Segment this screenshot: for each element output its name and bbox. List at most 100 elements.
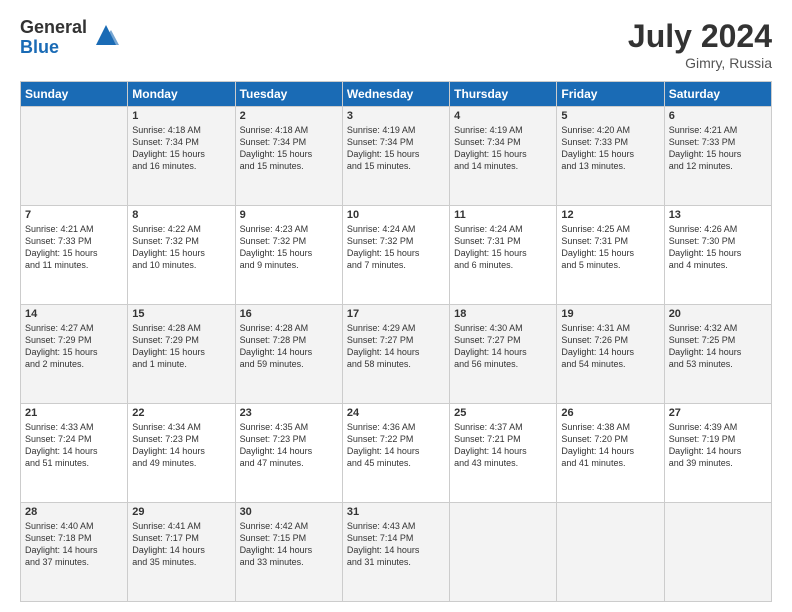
day-number: 17 [347,308,445,320]
table-row: 16 Sunrise: 4:28 AM Sunset: 7:28 PM Dayli… [235,305,342,404]
col-wednesday: Wednesday [342,82,449,107]
day-content: Sunrise: 4:24 AM Sunset: 7:32 PM Dayligh… [347,223,445,272]
table-row: 24Sunrise: 4:36 AM Sunset: 7:22 PM Dayli… [342,404,449,503]
day-number: 30 [240,506,338,518]
day-content: Sunrise: 4:41 AM Sunset: 7:17 PM Dayligh… [132,520,230,569]
day-number: 12 [561,209,659,221]
calendar-week-row: 28Sunrise: 4:40 AM Sunset: 7:18 PM Dayli… [21,503,772,602]
table-row: 18 Sunrise: 4:30 AM Sunset: 7:27 PM Dayli… [450,305,557,404]
logo-blue: Blue [20,38,87,58]
day-number: 1 [132,110,230,122]
day-number: 8 [132,209,230,221]
table-row: 27 Sunrise: 4:39 AM Sunset: 7:19 PM Dayli… [664,404,771,503]
day-number: 7 [25,209,123,221]
table-row: 6 Sunrise: 4:21 AM Sunset: 7:33 PM Daylig… [664,107,771,206]
table-row [21,107,128,206]
calendar-week-row: 21 Sunrise: 4:33 AM Sunset: 7:24 PM Dayli… [21,404,772,503]
table-row: 15 Sunrise: 4:28 AM Sunset: 7:29 PM Dayli… [128,305,235,404]
day-number: 15 [132,308,230,320]
table-row: 10 Sunrise: 4:24 AM Sunset: 7:32 PM Dayli… [342,206,449,305]
day-number: 5 [561,110,659,122]
table-row: 22Sunrise: 4:34 AM Sunset: 7:23 PM Dayli… [128,404,235,503]
day-content: Sunrise: 4:21 AM Sunset: 7:33 PM Dayligh… [669,124,767,173]
day-content: Sunrise: 4:27 AM Sunset: 7:29 PM Dayligh… [25,322,123,371]
table-row [450,503,557,602]
logo-text: General Blue [20,18,87,58]
day-content: Sunrise: 4:42 AM Sunset: 7:15 PM Dayligh… [240,520,338,569]
day-number: 27 [669,407,767,419]
day-content: Sunrise: 4:39 AM Sunset: 7:19 PM Dayligh… [669,421,767,470]
day-content: Sunrise: 4:30 AM Sunset: 7:27 PM Dayligh… [454,322,552,371]
table-row: 20 Sunrise: 4:32 AM Sunset: 7:25 PM Dayli… [664,305,771,404]
table-row: 12Sunrise: 4:25 AM Sunset: 7:31 PM Dayli… [557,206,664,305]
day-content: Sunrise: 4:31 AM Sunset: 7:26 PM Dayligh… [561,322,659,371]
table-row: 1Sunrise: 4:18 AM Sunset: 7:34 PM Daylig… [128,107,235,206]
day-number: 3 [347,110,445,122]
table-row: 8Sunrise: 4:22 AM Sunset: 7:32 PM Daylig… [128,206,235,305]
day-number: 20 [669,308,767,320]
calendar-table: Sunday Monday Tuesday Wednesday Thursday… [20,81,772,602]
day-content: Sunrise: 4:32 AM Sunset: 7:25 PM Dayligh… [669,322,767,371]
title-block: July 2024 Gimry, Russia [628,18,772,71]
table-row: 28Sunrise: 4:40 AM Sunset: 7:18 PM Dayli… [21,503,128,602]
day-number: 16 [240,308,338,320]
day-number: 10 [347,209,445,221]
calendar-week-row: 14 Sunrise: 4:27 AM Sunset: 7:29 PM Dayli… [21,305,772,404]
logo-icon [91,20,121,50]
table-row: 25Sunrise: 4:37 AM Sunset: 7:21 PM Dayli… [450,404,557,503]
day-number: 24 [347,407,445,419]
col-monday: Monday [128,82,235,107]
logo-general: General [20,18,87,38]
day-number: 31 [347,506,445,518]
calendar-week-row: 7 Sunrise: 4:21 AM Sunset: 7:33 PM Daylig… [21,206,772,305]
day-number: 19 [561,308,659,320]
table-row: 7 Sunrise: 4:21 AM Sunset: 7:33 PM Daylig… [21,206,128,305]
day-content: Sunrise: 4:19 AM Sunset: 7:34 PM Dayligh… [454,124,552,173]
table-row: 3 Sunrise: 4:19 AM Sunset: 7:34 PM Daylig… [342,107,449,206]
table-row [557,503,664,602]
col-tuesday: Tuesday [235,82,342,107]
day-content: Sunrise: 4:33 AM Sunset: 7:24 PM Dayligh… [25,421,123,470]
day-number: 23 [240,407,338,419]
day-number: 29 [132,506,230,518]
day-content: Sunrise: 4:26 AM Sunset: 7:30 PM Dayligh… [669,223,767,272]
table-row: 23Sunrise: 4:35 AM Sunset: 7:23 PM Dayli… [235,404,342,503]
day-number: 6 [669,110,767,122]
day-number: 25 [454,407,552,419]
day-content: Sunrise: 4:21 AM Sunset: 7:33 PM Dayligh… [25,223,123,272]
table-row: 2Sunrise: 4:18 AM Sunset: 7:34 PM Daylig… [235,107,342,206]
table-row: 17Sunrise: 4:29 AM Sunset: 7:27 PM Dayli… [342,305,449,404]
day-content: Sunrise: 4:20 AM Sunset: 7:33 PM Dayligh… [561,124,659,173]
location: Gimry, Russia [628,55,772,71]
day-content: Sunrise: 4:18 AM Sunset: 7:34 PM Dayligh… [240,124,338,173]
day-content: Sunrise: 4:19 AM Sunset: 7:34 PM Dayligh… [347,124,445,173]
table-row: 11 Sunrise: 4:24 AM Sunset: 7:31 PM Dayli… [450,206,557,305]
page: General Blue July 2024 Gimry, Russia Sun… [0,0,792,612]
day-number: 18 [454,308,552,320]
day-content: Sunrise: 4:24 AM Sunset: 7:31 PM Dayligh… [454,223,552,272]
day-number: 13 [669,209,767,221]
table-row [664,503,771,602]
table-row: 30 Sunrise: 4:42 AM Sunset: 7:15 PM Dayli… [235,503,342,602]
day-content: Sunrise: 4:28 AM Sunset: 7:29 PM Dayligh… [132,322,230,371]
calendar-header-row: Sunday Monday Tuesday Wednesday Thursday… [21,82,772,107]
day-content: Sunrise: 4:28 AM Sunset: 7:28 PM Dayligh… [240,322,338,371]
day-number: 21 [25,407,123,419]
table-row: 31 Sunrise: 4:43 AM Sunset: 7:14 PM Dayli… [342,503,449,602]
day-number: 4 [454,110,552,122]
day-content: Sunrise: 4:38 AM Sunset: 7:20 PM Dayligh… [561,421,659,470]
table-row: 4 Sunrise: 4:19 AM Sunset: 7:34 PM Daylig… [450,107,557,206]
table-row: 13 Sunrise: 4:26 AM Sunset: 7:30 PM Dayli… [664,206,771,305]
col-thursday: Thursday [450,82,557,107]
day-number: 14 [25,308,123,320]
col-sunday: Sunday [21,82,128,107]
table-row: 19 Sunrise: 4:31 AM Sunset: 7:26 PM Dayli… [557,305,664,404]
day-number: 11 [454,209,552,221]
table-row: 14 Sunrise: 4:27 AM Sunset: 7:29 PM Dayli… [21,305,128,404]
table-row: 21 Sunrise: 4:33 AM Sunset: 7:24 PM Dayli… [21,404,128,503]
col-friday: Friday [557,82,664,107]
day-number: 26 [561,407,659,419]
table-row: 29 Sunrise: 4:41 AM Sunset: 7:17 PM Dayli… [128,503,235,602]
calendar-week-row: 1 Sunrise: 4:18 AM Sunset: 7:34 PM Daylig… [21,107,772,206]
day-content: Sunrise: 4:43 AM Sunset: 7:14 PM Dayligh… [347,520,445,569]
